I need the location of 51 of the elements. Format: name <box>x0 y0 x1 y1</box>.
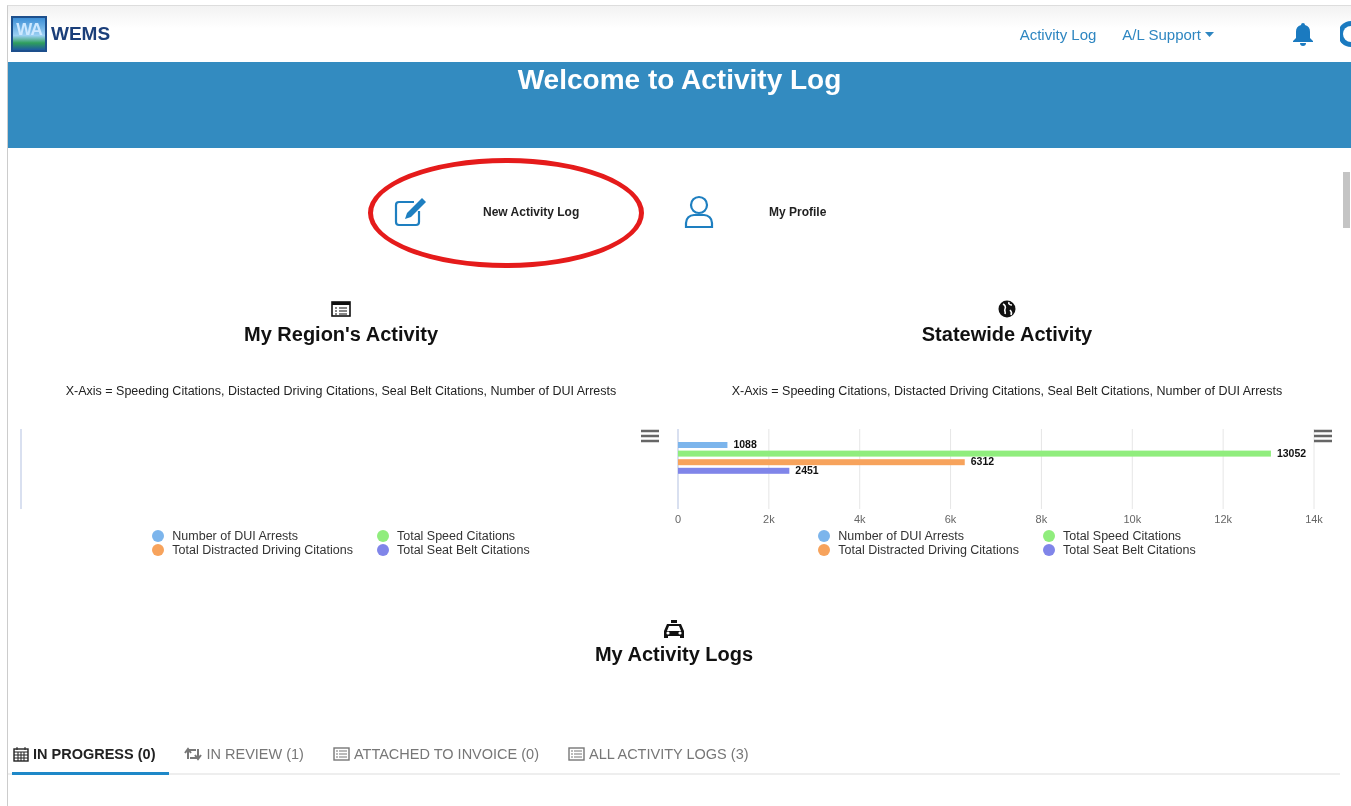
axis-caption: X-Axis = Speeding Citations, Distacted Driving Citations, Seal Belt Citations, Number of DUI Arrests <box>65 384 617 398</box>
section-title: My Region's Activity <box>243 323 439 346</box>
nav-link[interactable]: Activity Log <box>1019 25 1097 43</box>
data-label: 1088 <box>733 438 757 450</box>
data-label: 6312 <box>970 455 995 468</box>
taxi-icon <box>662 620 686 640</box>
legend-label[interactable]: Total Speed Citations <box>1062 529 1182 543</box>
calendar-icon <box>13 746 29 762</box>
legend-label[interactable]: Total Speed Citations <box>396 529 516 543</box>
axis-caption: X-Axis = Speeding Citations, Distacted Driving Citations, Seal Belt Citations, Number of DUI Arrests <box>731 384 1283 398</box>
tab[interactable]: ATTACHED TO INVOICE (0) <box>331 738 553 775</box>
logo-mark: WA <box>11 16 47 52</box>
legend-label[interactable]: Total Distracted Driving Citations <box>838 543 1019 557</box>
quick-link[interactable]: My Profile <box>769 205 827 219</box>
legend-label[interactable]: Number of DUI Arrests <box>838 529 965 543</box>
scrollbar[interactable] <box>1343 172 1350 228</box>
edit-icon[interactable] <box>394 197 428 227</box>
section-title: Statewide Activity <box>921 323 1093 346</box>
support-menu[interactable]: A/L Support <box>1122 25 1214 43</box>
globe-icon <box>998 300 1016 318</box>
page-title: Welcome to Activity Log <box>517 64 842 96</box>
bell-icon[interactable] <box>1292 22 1314 46</box>
tick-label: 4k <box>853 513 866 525</box>
list-icon <box>568 747 585 761</box>
retweet-icon <box>184 747 203 761</box>
tick-label: 10k <box>1123 513 1142 525</box>
tick-label: 12k <box>1214 513 1232 525</box>
data-label: 2451 <box>795 463 819 476</box>
menu-icon[interactable] <box>1314 429 1332 443</box>
quick-link[interactable]: New Activity Log <box>483 205 580 219</box>
list-icon <box>331 301 351 317</box>
section-title: My Activity Logs <box>594 643 754 666</box>
caret-icon <box>1205 31 1214 37</box>
list-icon <box>332 747 350 761</box>
legend-label[interactable]: Number of DUI Arrests <box>172 529 299 543</box>
tab[interactable]: ALL ACTIVITY LOGS (3) <box>567 738 763 775</box>
tab[interactable]: IN REVIEW (1) <box>183 738 318 775</box>
legend-label[interactable]: Total Seat Belt Citations <box>1062 543 1196 557</box>
menu-icon[interactable] <box>641 429 659 443</box>
logo-text: WEMS <box>51 23 111 45</box>
avatar-icon[interactable] <box>1340 21 1351 47</box>
legend-label[interactable]: Total Seat Belt Citations <box>396 543 530 557</box>
tick-label: 8k <box>1035 513 1048 525</box>
tick-label: 6k <box>944 513 957 525</box>
legend-label[interactable]: Total Distracted Driving Citations <box>172 543 353 557</box>
user-icon[interactable] <box>684 195 714 229</box>
tick-label: 2k <box>763 513 775 525</box>
tab[interactable]: IN PROGRESS (0) <box>12 738 170 775</box>
data-label: 13052 <box>1276 446 1307 459</box>
tick-label: 14k <box>1305 513 1323 525</box>
tick-label: 0 <box>674 513 682 525</box>
